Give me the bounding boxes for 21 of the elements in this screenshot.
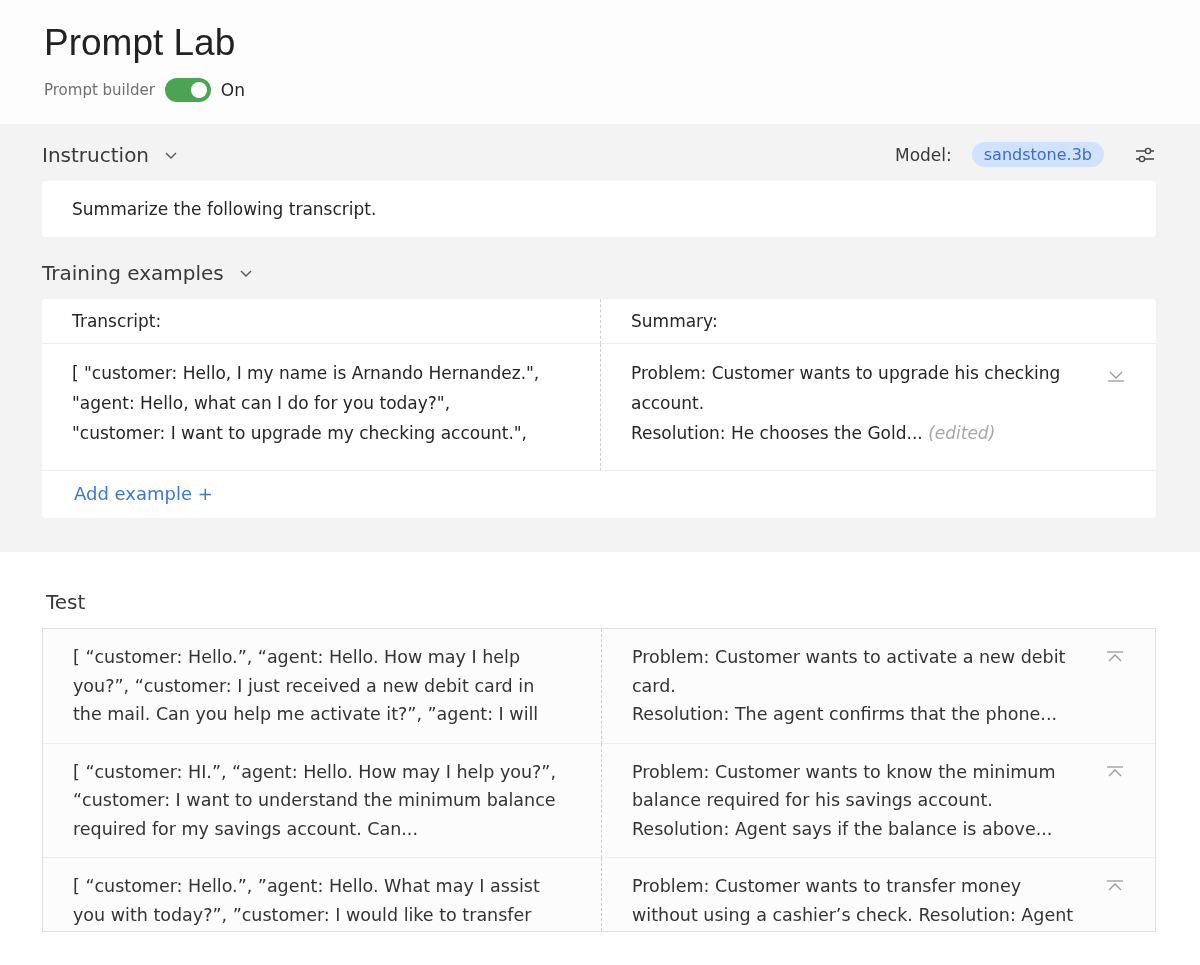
toggle-switch[interactable] [164,78,211,102]
section-title: Test [46,590,87,614]
transcript-cell[interactable]: [ “customer: Hello.”, “agent: Hello. How may I help you?”, “customer: I just received a new debit card in the mail. Can you help me activate it?”, ”agent: I will [43,629,601,744]
summary-text: Problem: Customer wants to upgrade his checking account. Resolution: He chooses the Gold... (edited) [631,362,1062,445]
column-header: Transcript: [42,299,600,344]
page-title: Prompt Lab [44,22,237,64]
section-title: Training examples [42,261,224,285]
instruction-field[interactable]: Summarize the following transcript. [42,181,1156,237]
transcript-cell[interactable]: [ “customer: HI.”, “agent: Hello. How may I help you?”, “customer: I want to understand the minimum balance required for my savings account. Can... [43,743,601,858]
transcript-cell[interactable]: [ "customer: Hello, I my name is Arnando Hernandez.", "agent: Hello, what can I do for you today?", "customer: I want to upgrade my checking account.", [42,344,600,471]
model-label: Model: [894,144,952,165]
model-tag[interactable]: sandstone.3b [971,142,1104,167]
summary-text: Problem: Customer wants to activate a new debit card. Resolution: The agent confirms that the phone... [632,646,1067,726]
section-title: Instruction [42,142,150,167]
summary-text: Problem: Customer wants to know the minimum balance required for his savings account. Resolution: Agent says if the balance is above... [632,760,1057,841]
toggle-state: On [220,80,245,100]
add-example-link[interactable]: Add example + [74,483,213,504]
column-header: Summary: [600,299,1156,344]
transcript-cell[interactable]: [ “customer: Hello.”, ”agent: Hello. What may I assist you with today?”, ”customer: I would like to transfer [43,858,601,931]
toggle-label: Prompt builder [44,81,155,99]
summary-text: Problem: Customer wants to transfer money without using a cashier’s check. Resolution: Agent [632,875,1075,927]
